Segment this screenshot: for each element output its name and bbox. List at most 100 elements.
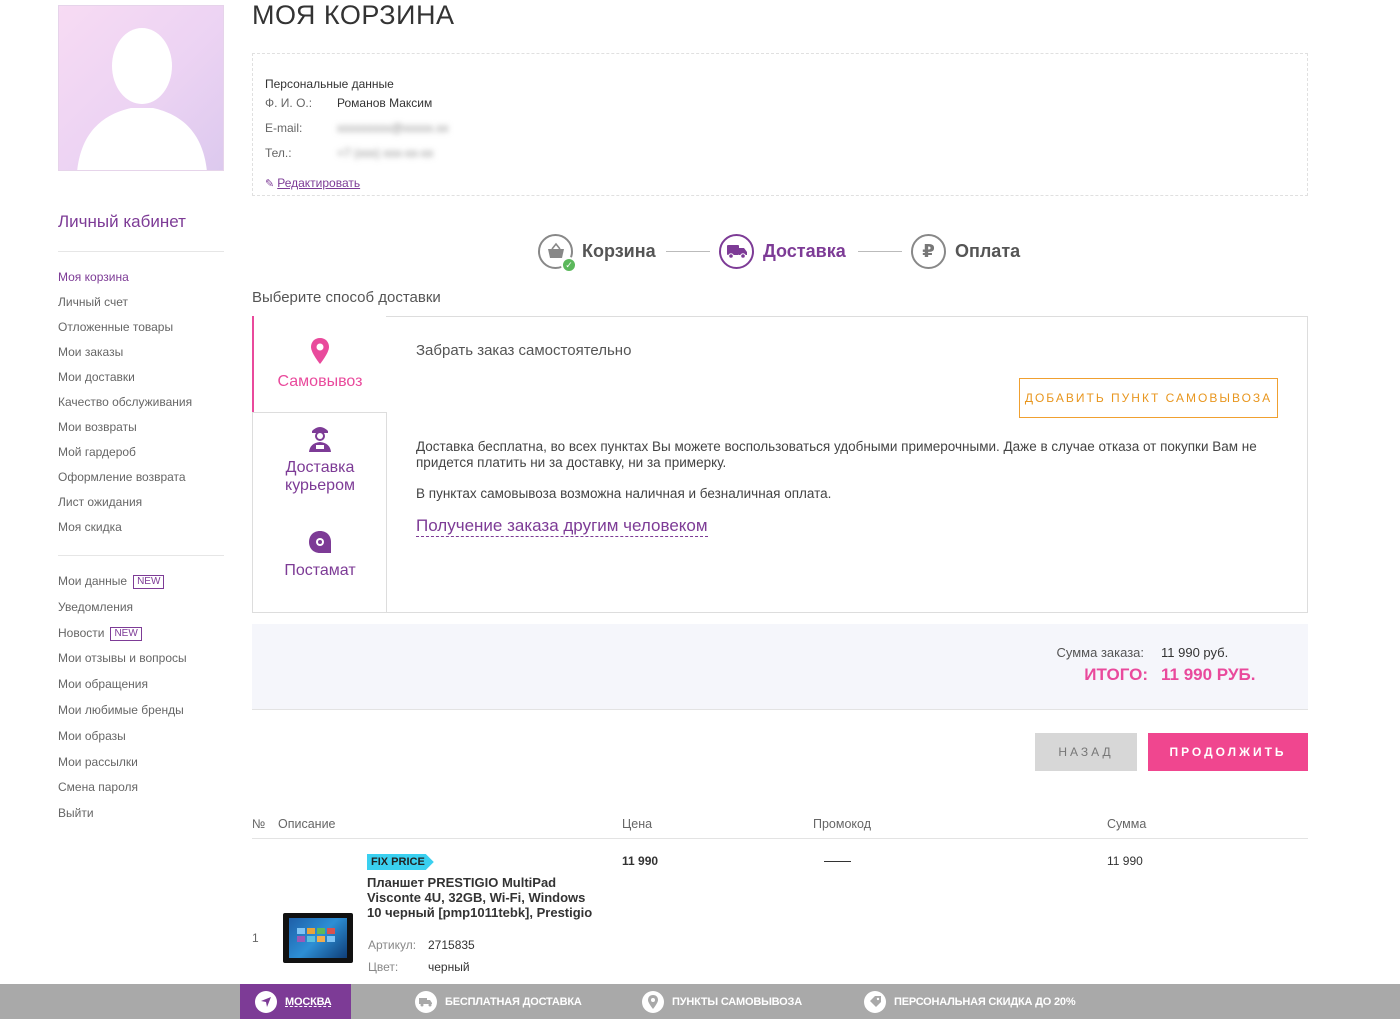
email-value: xxxxxxxxx@xxxxx.xx bbox=[337, 121, 449, 135]
sidebar-divider bbox=[58, 251, 224, 252]
sidebar-item-saved[interactable]: Отложенные товары bbox=[58, 320, 192, 345]
new-badge: NEW bbox=[110, 626, 142, 641]
sidebar-item-requests[interactable]: Мои обращения bbox=[58, 677, 187, 703]
step-connector bbox=[666, 251, 710, 252]
step-label: Оплата bbox=[955, 240, 1021, 261]
tab-courier[interactable]: Доставка курьером bbox=[253, 422, 387, 495]
sidebar-item-my-cart[interactable]: Моя корзина bbox=[58, 270, 192, 295]
sidebar-item-change-password[interactable]: Смена пароля bbox=[58, 780, 187, 806]
step-connector bbox=[858, 251, 902, 252]
back-button[interactable]: НАЗАД bbox=[1035, 733, 1137, 771]
truck-icon bbox=[415, 990, 437, 1013]
delivery-panel: Самовывоз Доставка курьером Постамат Заб… bbox=[252, 316, 1308, 613]
map-pin-icon bbox=[642, 990, 664, 1013]
city-selector[interactable]: МОСКВА bbox=[240, 984, 351, 1019]
step-cart[interactable]: ✓ Корзина bbox=[538, 233, 656, 273]
other-person-link[interactable]: Получение заказа другим человеком bbox=[416, 516, 708, 537]
sidebar-divider bbox=[58, 555, 224, 556]
cabinet-title: Личный кабинет bbox=[58, 212, 186, 231]
free-delivery-label: БЕСПЛАТНАЯ ДОСТАВКА bbox=[445, 995, 582, 1008]
product-name[interactable]: Планшет PRESTIGIO MultiPad Visconte 4U, … bbox=[367, 875, 599, 920]
sidebar-item-wardrobe[interactable]: Мой гардероб bbox=[58, 445, 192, 470]
tab-postamat[interactable]: Постамат bbox=[253, 530, 387, 580]
sidebar-item-logout[interactable]: Выйти bbox=[58, 806, 187, 832]
tab-pickup[interactable]: Самовывоз bbox=[252, 316, 386, 412]
sidebar-item-return-form[interactable]: Оформление возврата bbox=[58, 470, 192, 495]
column-header-description: Описание bbox=[278, 817, 336, 831]
email-label: E-mail: bbox=[265, 121, 303, 135]
personal-data-box: Персональные данные Ф. И. О.: Романов Ма… bbox=[252, 53, 1308, 196]
pickup-points-link[interactable]: ПУНКТЫ САМОВЫВОЗА bbox=[642, 984, 802, 1019]
sidebar-item-service-quality[interactable]: Качество обслуживания bbox=[58, 395, 192, 420]
column-header-num: № bbox=[252, 817, 266, 831]
truck-icon bbox=[726, 245, 747, 259]
fix-price-tag: FIX PRICE bbox=[367, 854, 434, 870]
ruble-icon: ₽ bbox=[922, 240, 935, 261]
tab-label: Самовывоз bbox=[277, 373, 363, 390]
user-silhouette-icon bbox=[77, 28, 207, 170]
sidebar-item-orders[interactable]: Мои заказы bbox=[58, 345, 192, 370]
continue-button[interactable]: ПРОДОЛЖИТЬ bbox=[1148, 733, 1308, 771]
sidebar-item-label: Новости bbox=[58, 625, 105, 640]
step-payment[interactable]: ₽ Оплата bbox=[911, 233, 1020, 269]
sidebar-item-reviews[interactable]: Мои отзывы и вопросы bbox=[58, 651, 187, 677]
color-value: черный bbox=[428, 960, 470, 974]
sum-cell: 11 990 bbox=[1107, 854, 1143, 868]
name-label: Ф. И. О.: bbox=[265, 96, 313, 110]
pickup-heading: Забрать заказ самостоятельно bbox=[416, 342, 632, 359]
sum-label: Сумма заказа: bbox=[1056, 645, 1144, 660]
order-summary: Сумма заказа: 11 990 руб. ИТОГО: 11 990 … bbox=[252, 624, 1308, 709]
sum-value: 11 990 руб. bbox=[1161, 645, 1229, 660]
table-header-divider bbox=[252, 838, 1308, 839]
tag-icon bbox=[864, 990, 886, 1013]
sidebar-item-my-data[interactable]: Мои данные NEW bbox=[58, 574, 187, 600]
tab-label: Доставка курьером bbox=[285, 459, 355, 494]
promo-cell-empty bbox=[824, 861, 851, 862]
courier-icon bbox=[309, 427, 331, 452]
column-header-promo: Промокод bbox=[813, 817, 872, 831]
divider bbox=[252, 709, 1308, 710]
tab-label: Постамат bbox=[284, 562, 356, 579]
sidebar-menu-secondary: Мои данные NEW Уведомления Новости NEW Мои… bbox=[58, 574, 187, 832]
payment-info-text: В пунктах самовывоза возможна наличная и… bbox=[416, 486, 832, 501]
sidebar-item-subscriptions[interactable]: Мои рассылки bbox=[58, 755, 187, 781]
postamat-icon bbox=[309, 531, 331, 553]
sidebar-item-looks[interactable]: Мои образы bbox=[58, 729, 187, 755]
tabs-divider bbox=[386, 412, 387, 612]
edit-label: Редактировать bbox=[277, 176, 361, 190]
sidebar-item-discount[interactable]: Моя скидка bbox=[58, 520, 192, 545]
total-label: ИТОГО: bbox=[1084, 665, 1148, 684]
step-circle: ₽ bbox=[911, 233, 946, 269]
free-delivery-link[interactable]: БЕСПЛАТНАЯ ДОСТАВКА bbox=[415, 984, 582, 1019]
sidebar-menu: Моя корзина Личный счет Отложенные товар… bbox=[58, 270, 192, 545]
article-value: 2715835 bbox=[428, 938, 475, 952]
edit-personal-link[interactable]: ✎ Редактировать bbox=[265, 176, 360, 190]
sidebar-item-label: Мои данные bbox=[58, 574, 128, 588]
sidebar-item-deliveries[interactable]: Мои доставки bbox=[58, 370, 192, 395]
step-label: Корзина bbox=[582, 240, 656, 261]
phone-value: +7 (xxx) xxx-xx-xx bbox=[337, 146, 434, 160]
sidebar-item-returns[interactable]: Мои возвраты bbox=[58, 420, 192, 445]
sidebar-item-account[interactable]: Личный счет bbox=[58, 295, 192, 320]
new-badge: NEW bbox=[133, 575, 165, 589]
sidebar-item-news[interactable]: Новости NEW bbox=[58, 626, 187, 652]
column-header-price: Цена bbox=[622, 817, 653, 831]
check-icon: ✓ bbox=[561, 256, 577, 273]
personal-discount-link[interactable]: ПЕРСОНАЛЬНАЯ СКИДКА ДО 20% bbox=[864, 984, 1076, 1019]
navigation-arrow-icon bbox=[255, 990, 277, 1013]
product-image[interactable] bbox=[283, 913, 353, 963]
tabs-divider bbox=[253, 412, 387, 413]
row-number: 1 bbox=[252, 931, 259, 945]
city-label: МОСКВА bbox=[285, 995, 332, 1008]
sidebar-item-waitlist[interactable]: Лист ожидания bbox=[58, 495, 192, 520]
windows-tiles-icon bbox=[297, 928, 335, 942]
discount-label: ПЕРСОНАЛЬНАЯ СКИДКА ДО 20% bbox=[894, 995, 1076, 1008]
sidebar-item-brands[interactable]: Мои любимые бренды bbox=[58, 703, 187, 729]
step-delivery[interactable]: Доставка bbox=[719, 233, 846, 269]
phone-label: Тел.: bbox=[265, 146, 292, 160]
add-pickup-button[interactable]: ДОБАВИТЬ ПУНКТ САМОВЫВОЗА bbox=[1019, 378, 1278, 418]
sidebar-item-notifications[interactable]: Уведомления bbox=[58, 600, 187, 626]
step-circle: ✓ bbox=[538, 233, 577, 273]
tablet-screen bbox=[289, 918, 347, 958]
name-value: Романов Максим bbox=[337, 96, 433, 110]
